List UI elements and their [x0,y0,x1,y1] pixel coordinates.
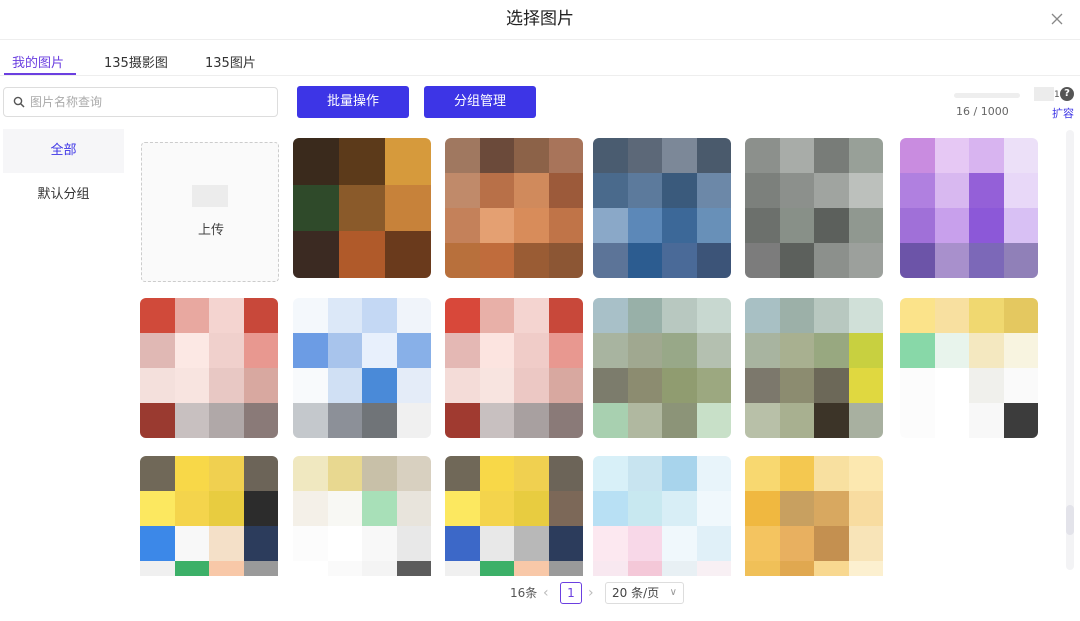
red-card-image-2[interactable] [445,298,583,438]
upload-tile[interactable]: 上传 [141,142,279,282]
quota-count: 16 / 1000 [956,105,1009,118]
dialog-header: 选择图片 [0,0,1080,40]
purple-mosaic-image[interactable] [900,138,1038,278]
gold-poster-image[interactable] [745,456,883,576]
light-blue-poster-image[interactable] [593,456,731,576]
blue-mosaic-image[interactable] [593,138,731,278]
storage-quota: 1 ? 16 / 1000 扩容 [954,86,1074,120]
cartoon-character-image-2[interactable] [445,456,583,576]
expand-link[interactable]: 扩容 [1052,105,1074,121]
image-grid: 上传 [140,138,1045,576]
sidebar-item-default-group[interactable]: 默认分组 [3,173,124,217]
group-management-button[interactable]: 分组管理 [424,86,536,118]
total-count: 16条 [510,586,538,600]
search-input[interactable] [30,93,270,111]
tab-my-images[interactable]: 我的图片 [12,52,64,71]
close-icon[interactable] [1046,8,1068,30]
cartoon-character-image[interactable] [140,456,278,576]
tab-bar: 我的图片 135摄影图 135图片 [0,40,1080,76]
yellow-notebook-image[interactable] [900,298,1038,438]
current-page-button[interactable]: 1 [560,582,582,604]
sidebar-item-all[interactable]: 全部 [3,129,124,173]
red-card-image[interactable] [140,298,278,438]
search-icon [13,96,25,108]
green-mosaic-image[interactable] [593,298,731,438]
help-icon[interactable]: ? [1060,87,1074,101]
dialog-title: 选择图片 [506,9,574,29]
prev-page-icon[interactable]: ‹ [543,582,549,604]
gray-mosaic-image[interactable] [745,138,883,278]
blue-document-image[interactable] [293,298,431,438]
tab-135-images[interactable]: 135图片 [205,52,256,71]
yellow-paper-image[interactable] [293,456,431,576]
christmas-tree-photo[interactable] [293,138,431,278]
next-page-icon[interactable]: › [588,582,594,604]
search-box[interactable] [3,87,278,117]
upload-label: 上传 [197,223,224,238]
quota-placeholder [1034,87,1054,101]
active-tab-indicator [4,73,76,75]
tab-135-photos[interactable]: 135摄影图 [104,52,168,71]
scrollbar-track[interactable] [1066,130,1074,570]
scrollbar-thumb[interactable] [1066,505,1074,535]
orange-mosaic-image[interactable] [445,138,583,278]
page-size-value: 20 条/页 [612,586,660,600]
chevron-down-icon: ∨ [669,587,677,598]
quota-mark: 1 [1054,90,1060,100]
page-size-select[interactable]: 20 条/页 ∨ [605,582,684,604]
quota-progress-bar [954,93,1020,98]
batch-operation-button[interactable]: 批量操作 [297,86,409,118]
upload-icon [192,185,228,207]
olive-mosaic-image[interactable] [745,298,883,438]
